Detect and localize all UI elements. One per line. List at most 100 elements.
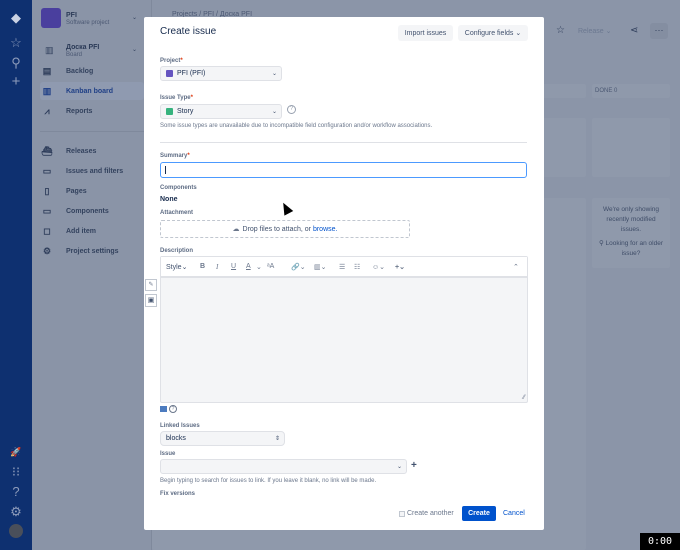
help-icon[interactable]: ? [8,484,24,500]
more-formatting-button[interactable]: ᵃA [267,263,274,270]
board-icon: ▥ [45,45,54,55]
search-icon[interactable]: ⚲ [8,55,24,71]
sidebar-item-backlog[interactable]: ▤ Backlog [40,62,144,80]
issue-select[interactable]: ⌄ [160,459,407,474]
sidebar-item-label: Add item [66,227,96,235]
sidebar-item-label: Reports [66,107,93,115]
link-icon[interactable]: 🔗⌄ [291,263,306,271]
reports-icon: ⩘ [44,105,50,116]
bold-button[interactable]: B [200,263,205,270]
visual-mode-icon[interactable]: ✎ [145,279,157,291]
chevron-down-icon: ⌄ [515,30,522,37]
add-issue-plus-icon[interactable]: + [411,460,417,471]
sidebar-item-label: Releases [66,147,97,155]
issue-type-note: Some issue types are unavailable due to … [160,123,433,129]
text-cursor [165,166,166,174]
issues-icon: ▭ [42,165,52,176]
style-dropdown[interactable]: Style⌄ [166,263,187,271]
sidebar-item-label: Issues and filters [66,167,124,175]
italic-button[interactable]: I [216,263,218,271]
share-icon[interactable]: ⋖ [630,25,638,36]
more-button[interactable]: ··· [650,23,668,39]
linked-issues-select[interactable]: blocks ⇕ [160,431,285,446]
text-color-button[interactable]: A [246,263,251,270]
summary-input[interactable] [160,162,527,178]
star-icon[interactable]: ☆ [8,35,24,51]
sidebar-item-releases[interactable]: ⛴ Releases [40,142,144,160]
emoji-icon[interactable]: ☺⌄ [372,263,385,271]
project-name[interactable]: PFI [66,12,77,19]
board-icon: ▥ [42,85,52,96]
cancel-button[interactable]: Cancel [503,510,525,517]
create-another-checkbox[interactable]: Create another [399,510,454,517]
global-nav: ◆ ☆ ⚲ + 🚀 ⁝⁝ ? ⚙ [0,0,32,550]
collapse-toolbar-icon[interactable]: ⌃ [513,263,519,271]
upload-cloud-icon: ☁ [232,226,240,233]
sidebar-item-label: Components [66,207,109,215]
story-icon [166,108,173,115]
issue-label: Issue [160,451,176,457]
sidebar-item-issues-and-filters[interactable]: ▭ Issues and filters [40,162,144,180]
jira-logo-icon[interactable]: ◆ [8,10,24,26]
sidebar-item-label: Pages [66,187,87,195]
save-icon[interactable]: ▣ [145,294,157,307]
user-avatar[interactable] [9,524,23,538]
help-icon[interactable]: ? [169,405,177,413]
project-select[interactable]: PFI (PFI) ⌄ [160,66,282,81]
recording-timer: 0:00 [640,533,680,550]
components-value[interactable]: None [160,196,178,203]
bullet-list-icon[interactable]: ☰ [339,263,345,271]
description-editor: Style⌄ B I U A ⌄ ᵃA 🔗⌄ ▥⌄ ☰ ☷ ☺⌄ +⌄ ⌃ ⁄⁄ [160,256,528,403]
add-item-icon: ◻ [43,225,51,236]
issue-hint: Begin typing to search for issues to lin… [160,478,377,484]
help-icon[interactable]: ? [287,105,296,114]
resize-handle[interactable]: ⁄⁄ [523,395,525,401]
release-dropdown[interactable]: Release ⌄ [578,27,612,35]
sidebar-item-components[interactable]: ▭ Components [40,202,144,220]
project-sidebar: PFI Software project ⌄ ▥ Доска PFI Board… [32,0,152,550]
import-issues-button[interactable]: Import issues [398,25,453,41]
wiki-markup-icon[interactable] [160,406,167,412]
project-avatar [41,8,61,28]
apps-grid-icon[interactable]: ⁝⁝ [8,464,24,480]
underline-button[interactable]: U [231,263,236,270]
project-type: Software project [66,20,110,26]
sidebar-item-reports[interactable]: ⩘ Reports [40,102,144,120]
create-button[interactable]: Create [462,506,496,521]
checkbox[interactable] [399,510,405,517]
older-issue-link[interactable]: ⚲ Looking for an older issue? [596,239,666,259]
chevron-down-icon[interactable]: ⌄ [132,46,137,53]
gear-icon: ⚙ [42,245,52,256]
star-icon[interactable]: ☆ [556,25,565,36]
components-label: Components [160,185,197,191]
browse-link[interactable]: browse. [313,226,338,233]
chevron-down-icon: ⌄ [271,71,277,77]
sidebar-item-kanban-board[interactable]: ▥ Kanban board [40,82,144,100]
issue-type-select[interactable]: Story ⌄ [160,104,282,119]
chevron-down-icon[interactable]: ⌄ [132,14,137,21]
board-name[interactable]: Доска PFI [66,44,99,51]
numbered-list-icon[interactable]: ☷ [354,263,360,271]
sidebar-item-project-settings[interactable]: ⚙ Project settings [40,242,144,260]
chevron-down-icon[interactable]: ⌄ [256,263,262,271]
settings-icon[interactable]: ⚙ [8,504,24,520]
sidebar-item-pages[interactable]: ▯ Pages [40,182,144,200]
chevron-down-icon: ⌄ [271,109,277,115]
plus-icon[interactable]: + [8,74,24,90]
sidebar-item-add-item[interactable]: ◻ Add item [40,222,144,240]
description-label: Description [160,248,194,254]
sidebar-item-label: Kanban board [66,87,114,95]
configure-fields-button[interactable]: Configure fields ⌄ [458,25,528,41]
notification-icon[interactable]: 🚀 [8,444,24,460]
dialog-title: Create issue [160,26,217,37]
summary-label: Summary* [160,153,190,159]
insert-plus-icon[interactable]: +⌄ [395,263,405,271]
table-icon[interactable]: ▥⌄ [314,263,326,271]
project-label: Project* [160,58,183,64]
divider [40,131,144,132]
attachment-dropzone[interactable]: ☁ Drop files to attach, or browse. [160,220,410,238]
column-cell [592,118,670,177]
backlog-icon: ▤ [42,65,52,76]
page-icon: ▯ [44,185,50,196]
fix-versions-label: Fix versions [160,491,196,497]
